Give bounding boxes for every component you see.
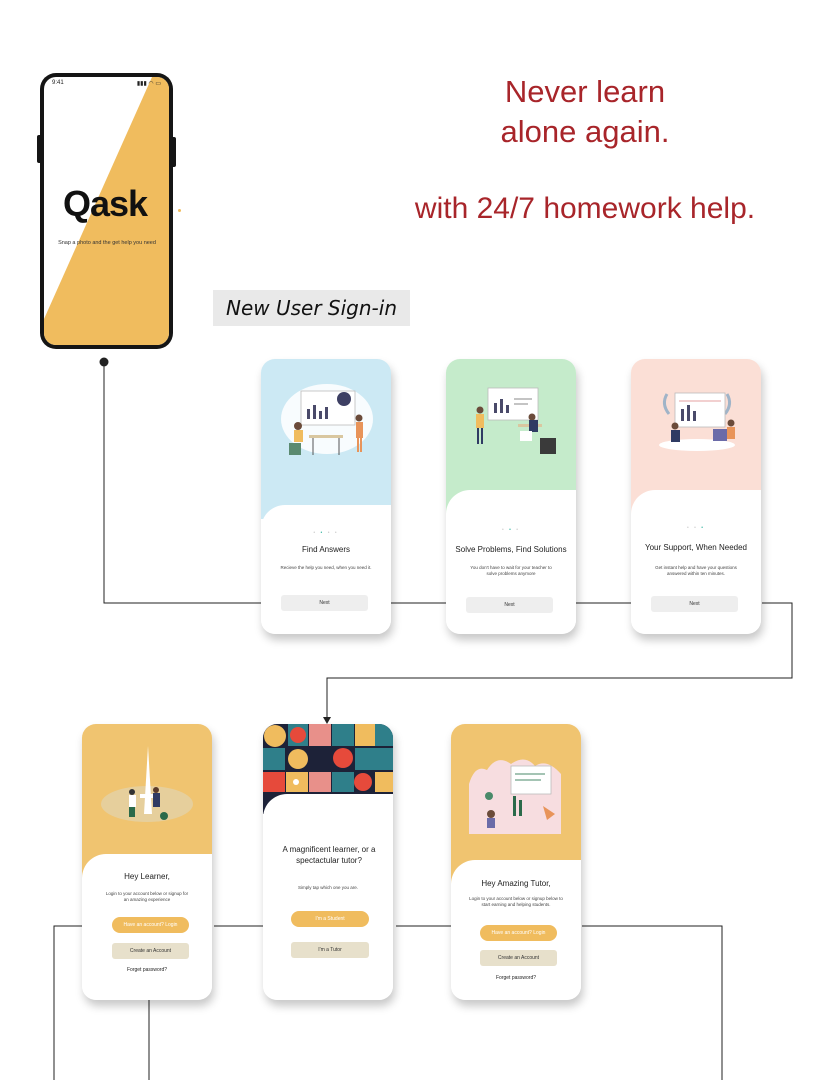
forgot-password-link[interactable]: Forget password?: [451, 975, 581, 981]
accent-dot: [178, 209, 181, 212]
content-panel: [631, 490, 761, 634]
hero-headline: Never learn alone again.: [500, 74, 670, 149]
student-button[interactable]: I'm a Student: [291, 911, 369, 927]
card-body: Recieve the help you need, when you need…: [280, 565, 372, 570]
tutor-button[interactable]: I'm a Tutor: [291, 942, 369, 958]
card-title: Solve Problems, Find Solutions: [455, 545, 567, 554]
tutor-title: Hey Amazing Tutor,: [481, 879, 551, 888]
content-panel: [263, 794, 393, 1000]
support-illustration: [659, 392, 735, 451]
learner-login-card: Hey Learner, Login to your account below…: [82, 724, 212, 1000]
presentation-illustration: [476, 387, 556, 454]
login-button[interactable]: Have an account? Login: [480, 925, 557, 941]
card-title: Find Answers: [301, 545, 351, 554]
next-button[interactable]: Next: [466, 597, 553, 613]
next-button[interactable]: Next: [281, 595, 368, 611]
tutor-illustration: [469, 759, 561, 834]
create-account-button[interactable]: Create an Account: [480, 950, 557, 966]
status-bar: 9:41 ▮▮▮ ◠ ▭: [52, 80, 161, 87]
card-title: Your Support, When Needed: [645, 543, 747, 552]
page-dots: • • • •: [313, 530, 339, 536]
onboarding-card-find-answers: • • • • Find Answers Recieve the help yo…: [261, 359, 391, 634]
tutor-body: Login to your account below or signup be…: [469, 896, 563, 907]
splash-phone: 9:41 ▮▮▮ ◠ ▭ Qask Snap a photo and the g…: [37, 73, 176, 349]
paris-illustration: [101, 746, 193, 822]
card-body: Get instant help and have your questions…: [655, 565, 737, 576]
splash-screen: 9:41 ▮▮▮ ◠ ▭ Qask Snap a photo and the g…: [44, 77, 169, 345]
splash-tagline: Snap a photo and the get help you need: [58, 240, 156, 246]
tutor-login-card: Hey Amazing Tutor, Login to your account…: [451, 724, 581, 1000]
card-body: You don't have to wait for your teacher …: [470, 565, 552, 576]
status-icons: ▮▮▮ ◠ ▭: [136, 81, 161, 87]
onboarding-card-solve-problems: • • • Solve Problems, Find Solutions You…: [446, 359, 576, 634]
role-selection-card: A magnificent learner, or a spectactular…: [263, 724, 393, 1000]
next-button[interactable]: Next: [651, 596, 738, 612]
page-dots: • • •: [686, 525, 706, 531]
role-body: Simply tap which one you are.: [297, 885, 359, 890]
learner-body: Login to your account below or signup fo…: [105, 891, 189, 902]
study-illustration: [281, 384, 373, 455]
create-account-button[interactable]: Create an Account: [112, 943, 189, 959]
login-button[interactable]: Have an account? Login: [112, 917, 189, 933]
section-label: New User Sign-in: [213, 290, 410, 326]
page-dots: • • •: [501, 527, 521, 533]
role-title: A magnificent learner, or a spectactular…: [282, 845, 376, 865]
learner-title: Hey Learner,: [124, 872, 170, 881]
forgot-password-link[interactable]: Forget password?: [82, 967, 212, 973]
qask-logo: Qask: [63, 183, 148, 224]
status-time: 9:41: [52, 80, 64, 86]
onboarding-card-support: • • • Your Support, When Needed Get inst…: [631, 359, 761, 634]
hero-subline: with 24/7 homework help.: [414, 192, 756, 225]
illustration-area: [261, 359, 391, 519]
